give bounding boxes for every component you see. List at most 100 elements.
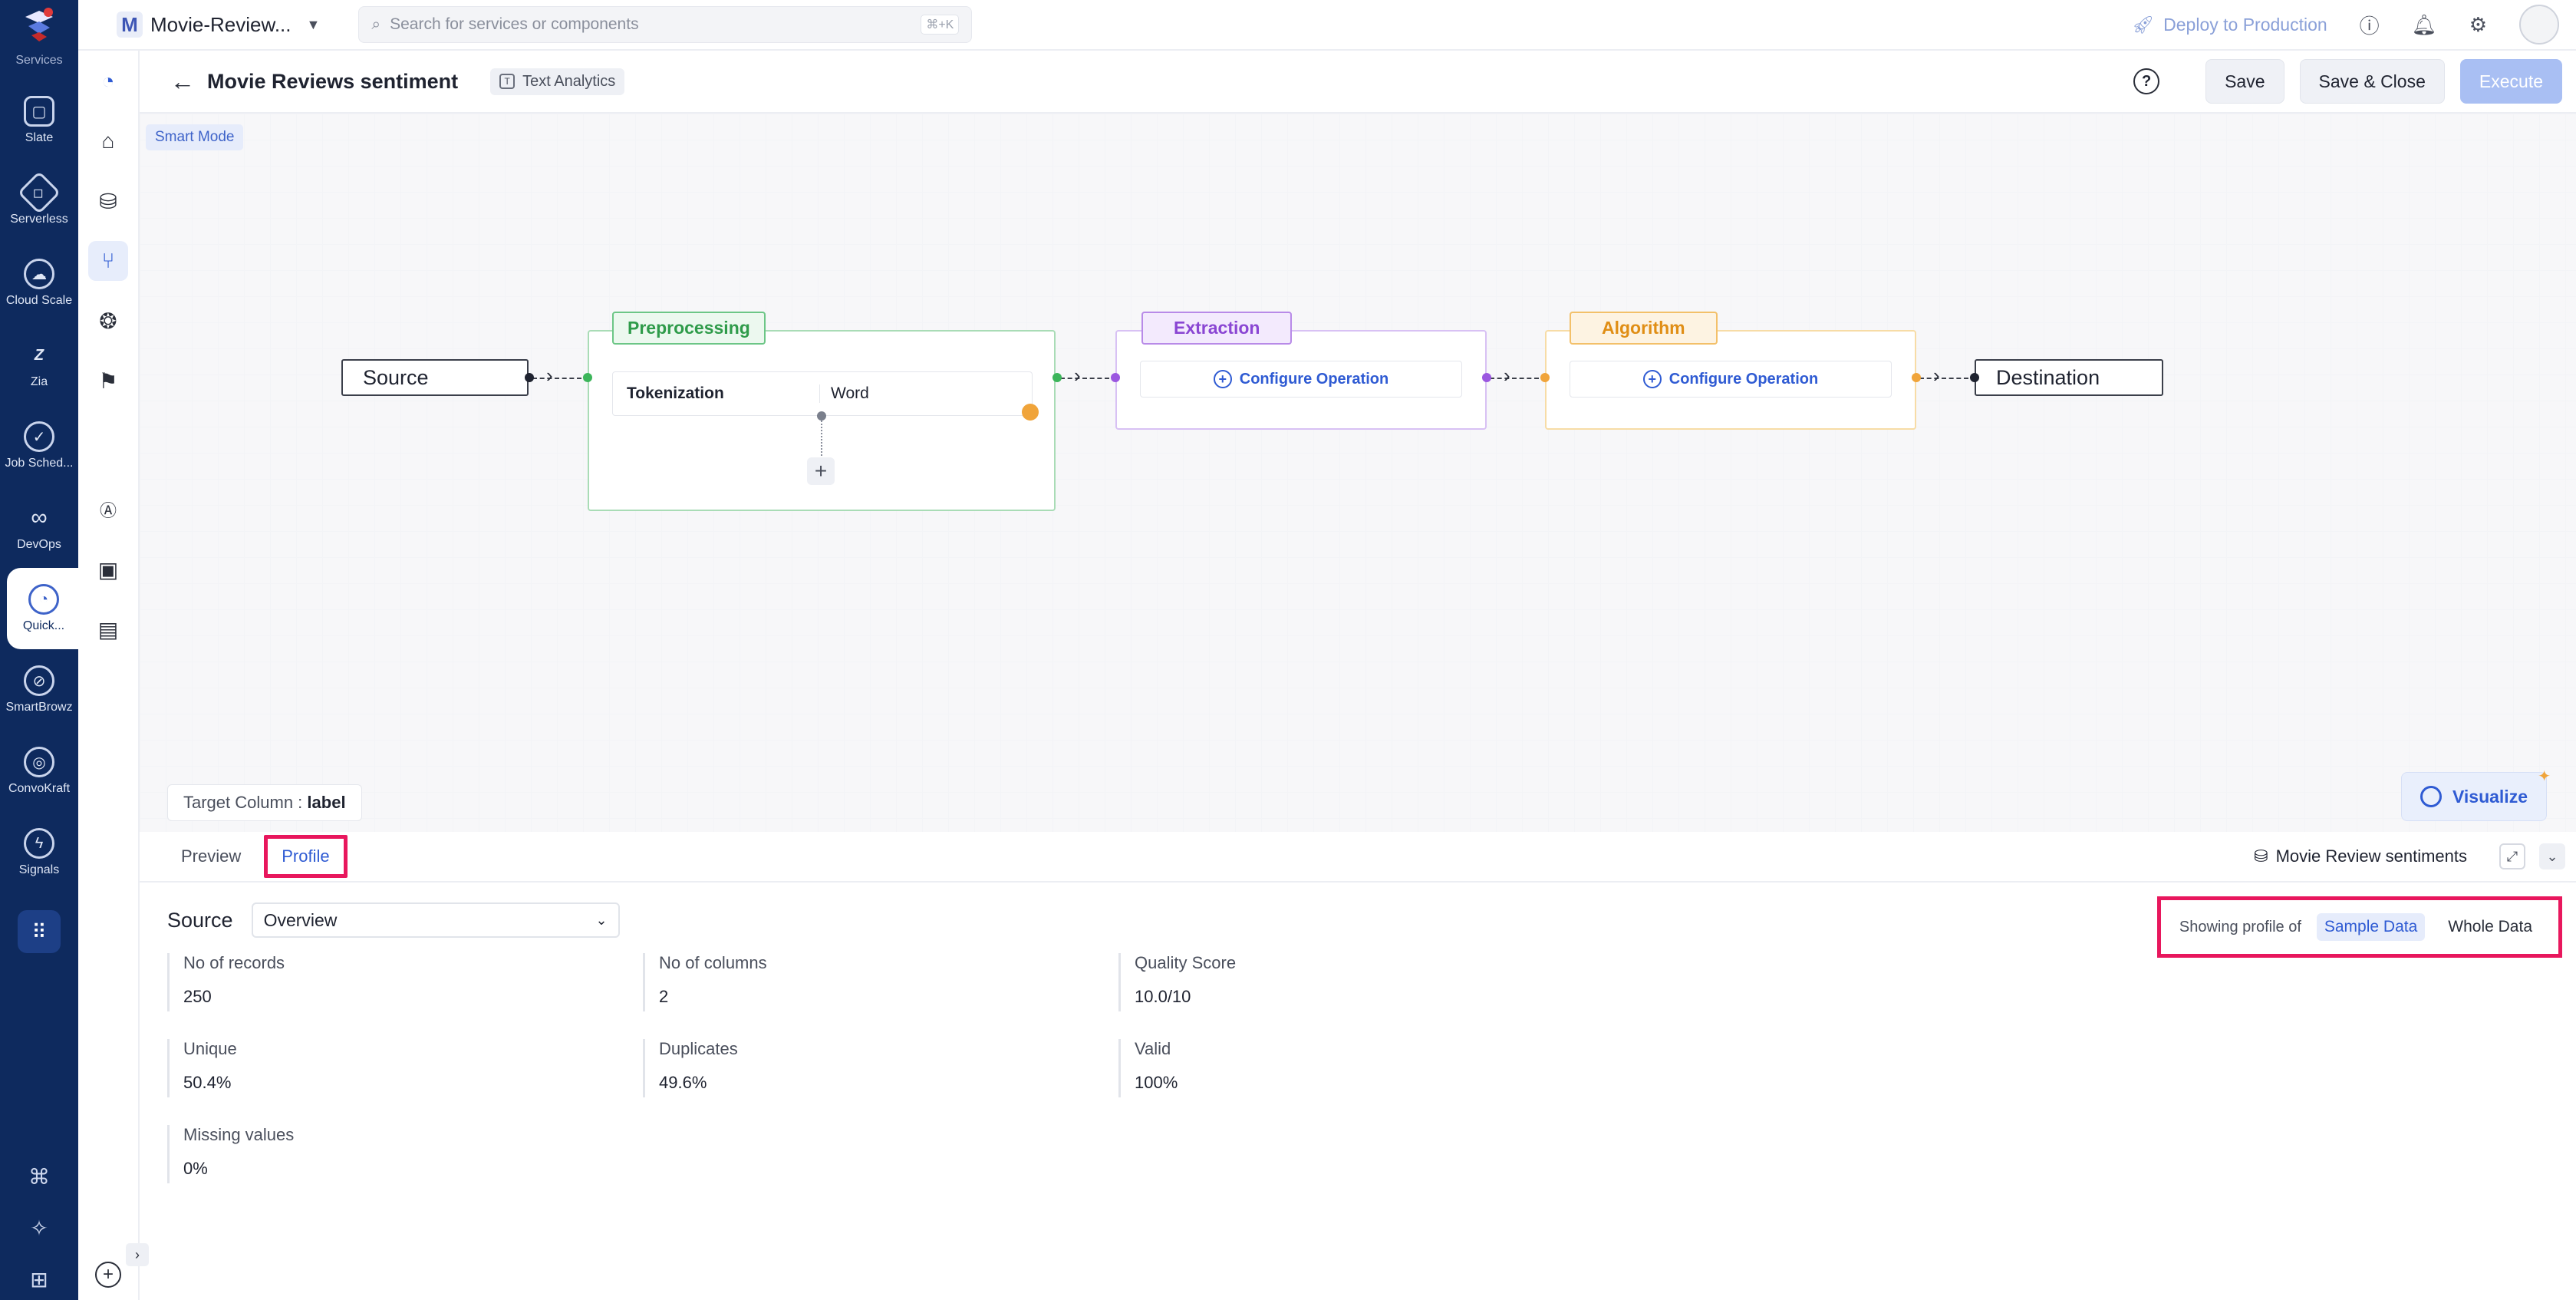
rail-item-serverless[interactable]: ◇ Serverless — [0, 161, 78, 243]
rail-item-cloud-scale[interactable]: ☁ Cloud Scale — [0, 243, 78, 324]
panel-actions: ⛁ Movie Review sentiments ⤢ ⌄ — [2254, 843, 2565, 869]
gear-icon[interactable]: ⚙ — [2469, 13, 2487, 37]
rail-item-convokraft[interactable]: ◎ ConvoKraft — [0, 731, 78, 812]
rail-item-job-scheduling[interactable]: ✓ Job Sched... — [0, 405, 78, 487]
extraction-label: Extraction — [1141, 312, 1293, 345]
rail-item-signals[interactable]: ϟ Signals — [0, 812, 78, 893]
connector-4 — [1919, 378, 1968, 379]
zia-icon: Z — [34, 346, 44, 364]
destination-port[interactable] — [1970, 373, 1979, 382]
data-panel: Preview Profile ⛁ Movie Review sentiment… — [126, 832, 2576, 1300]
add-circle-button[interactable]: + — [95, 1262, 121, 1288]
rail-item-label: Signals — [18, 863, 60, 876]
flag-icon[interactable]: ⚑ — [88, 361, 128, 401]
view-select[interactable]: Overview ⌄ — [251, 902, 620, 938]
whole-data-option[interactable]: Whole Data — [2440, 913, 2540, 941]
help-circle-icon[interactable]: ? — [2133, 68, 2160, 94]
tokenization-operation[interactable]: Tokenization Word — [612, 371, 1033, 416]
expand-sidebar-button[interactable]: › — [126, 1243, 149, 1266]
preprocessing-out-port[interactable] — [1052, 373, 1062, 382]
tab-preview[interactable]: Preview — [181, 837, 241, 876]
extraction-configure-button[interactable]: + Configure Operation — [1140, 361, 1462, 398]
arrow-icon: › — [1074, 364, 1081, 387]
wrench-icon[interactable] — [1022, 404, 1039, 421]
rail-bottom-tools: ⌘ ✧ ⊞ — [0, 1164, 78, 1292]
target-column-value: label — [307, 793, 346, 812]
rail-item-devops[interactable]: ∞ DevOps — [0, 487, 78, 568]
chevron-down-icon[interactable]: ⌄ — [2539, 843, 2565, 869]
chat-icon: ◎ — [24, 747, 54, 777]
apps-icon[interactable]: ⊞ — [30, 1267, 48, 1292]
database-icon[interactable]: ⛁ — [88, 181, 128, 221]
algorithm-out-port[interactable] — [1912, 373, 1921, 382]
tag-label: Text Analytics — [522, 72, 616, 90]
sample-data-option[interactable]: Sample Data — [2316, 913, 2426, 941]
smart-mode-badge[interactable]: Smart Mode — [146, 124, 244, 150]
arrow-icon: › — [1504, 364, 1510, 387]
rail-item-label: DevOps — [17, 538, 61, 551]
project-name[interactable]: Movie-Review... — [150, 13, 292, 37]
top-right-actions: 🚀︎ Deploy to Production ⓘ 🔔︎ ⚙ — [2132, 5, 2559, 45]
deploy-button[interactable]: 🚀︎ Deploy to Production — [2132, 15, 2327, 35]
browser-icon: ⊘ — [24, 665, 54, 696]
execute-button[interactable]: Execute — [2459, 59, 2562, 104]
document-icon[interactable]: ▤ — [88, 609, 128, 649]
models-icon[interactable]: ❂ — [88, 301, 128, 341]
algorithm-configure-button[interactable]: + Configure Operation — [1570, 361, 1892, 398]
gallery-icon[interactable]: ▣ — [88, 549, 128, 589]
rail-item-label: Serverless — [10, 213, 68, 226]
pipeline-icon[interactable]: ⑂ — [88, 241, 128, 281]
bell-icon[interactable]: 🔔︎ — [2412, 13, 2437, 37]
rail-item-slate[interactable]: ▢ Slate — [0, 80, 78, 161]
page-title: Movie Reviews sentiment — [207, 69, 459, 93]
target-column-label: Target Column : — [183, 793, 303, 812]
database-icon: ⛁ — [2254, 846, 2268, 866]
help-icon[interactable]: ⓘ — [2360, 11, 2380, 39]
endpoint-icon[interactable]: Ⓐ — [88, 490, 128, 530]
operation-name: Tokenization — [613, 384, 820, 403]
stat-records: No of records 250 — [167, 953, 643, 1011]
catalyst-logo[interactable]: Services — [12, 6, 67, 80]
stat-value: 250 — [183, 987, 212, 1006]
stat-label: Valid — [1135, 1039, 1171, 1058]
source-node[interactable]: Source — [341, 359, 529, 396]
stat-quality-score: Quality Score 10.0/10 — [1118, 953, 1594, 1011]
source-port[interactable] — [525, 373, 534, 382]
home-icon[interactable]: ⌂ — [88, 121, 128, 161]
save-close-button[interactable]: Save & Close — [2299, 59, 2445, 104]
stat-label: Quality Score — [1135, 953, 1237, 972]
destination-node[interactable]: Destination — [1975, 359, 2163, 396]
services-label: Services — [15, 54, 63, 67]
search-shortcut: ⌘+K — [921, 15, 960, 35]
avatar[interactable] — [2519, 5, 2559, 45]
chevron-down-icon[interactable]: ▼ — [307, 17, 321, 33]
algorithm-in-port[interactable] — [1540, 373, 1550, 382]
tab-profile[interactable]: Profile — [264, 835, 348, 878]
source-title: Source — [167, 908, 233, 932]
operation-port — [817, 411, 826, 421]
magic-wand-icon[interactable]: ✧ — [30, 1216, 48, 1241]
quickml-icon: ◔ — [28, 584, 59, 615]
dataset-name[interactable]: ⛁ Movie Review sentiments — [2254, 846, 2467, 866]
rail-item-label: Zia — [30, 375, 48, 388]
rail-item-zia[interactable]: Z Zia — [0, 324, 78, 405]
services-rail: Services ▢ Slate ◇ Serverless ☁ Cloud Sc… — [0, 0, 81, 1300]
project-badge[interactable]: M — [117, 12, 143, 38]
extraction-out-port[interactable] — [1482, 373, 1491, 382]
rail-item-quickml[interactable]: ◔ Quick... — [7, 568, 81, 649]
save-button[interactable]: Save — [2205, 59, 2284, 104]
back-arrow-icon[interactable]: ← — [170, 68, 195, 96]
pipeline-canvas[interactable]: Smart Mode Source › Preprocessing Tokeni… — [140, 114, 2576, 832]
quickml-nav: ◔ ⌂ ⛁ ⑂ ❂ ⚑ Ⓐ ▣ ▤ — [78, 51, 140, 1300]
stat-label: Unique — [183, 1039, 237, 1058]
apps-grid-button[interactable]: ⠿ — [18, 910, 61, 953]
search-input[interactable]: ⌕ Search for services or components ⌘+K — [358, 6, 973, 43]
add-operation-button[interactable]: + — [807, 457, 835, 485]
operation-value: Word — [831, 384, 869, 402]
expand-icon[interactable]: ⤢ — [2499, 843, 2525, 869]
extraction-in-port[interactable] — [1111, 373, 1120, 382]
rail-item-smartbrowz[interactable]: ⊘ SmartBrowz — [0, 649, 78, 731]
preprocessing-in-port[interactable] — [583, 373, 592, 382]
shortcuts-icon[interactable]: ⌘ — [28, 1164, 50, 1189]
visualize-button[interactable]: Visualize ✦ — [2400, 768, 2551, 821]
